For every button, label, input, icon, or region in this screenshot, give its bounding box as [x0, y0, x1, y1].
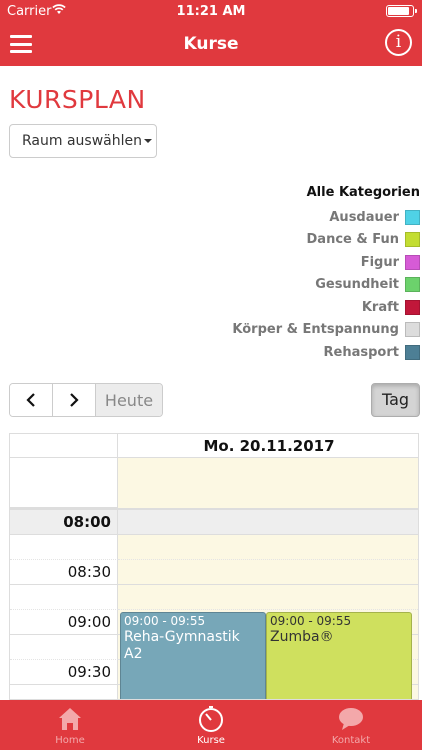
color-swatch	[405, 232, 420, 248]
legend-item-label: Figur	[360, 254, 399, 270]
tab-kurse[interactable]: Kurse	[141, 700, 281, 750]
time-label: 09:00	[10, 610, 118, 635]
nav-bar: Kurse i	[0, 22, 422, 66]
tab-kontakt[interactable]: Kontakt	[281, 700, 421, 750]
legend-heading[interactable]: Alle Kategorien	[232, 184, 420, 206]
legend-item-dance-fun[interactable]: Dance & Fun	[232, 229, 420, 252]
page-title: KURSPLAN	[9, 85, 146, 114]
event-time: 09:00 - 09:55	[270, 614, 352, 628]
legend-item-label: Rehasport	[323, 344, 399, 360]
all-day-cell[interactable]	[118, 458, 418, 508]
room-select-label: Raum auswählen	[22, 133, 142, 149]
time-label: 09:30	[10, 660, 118, 685]
legend-item-label: Dance & Fun	[306, 232, 399, 248]
stopwatch-icon	[199, 706, 223, 732]
tab-label: Kurse	[197, 735, 225, 746]
color-swatch	[405, 209, 420, 225]
color-swatch	[405, 254, 420, 270]
legend-item-label: Gesundheit	[315, 277, 399, 293]
time-label	[10, 535, 118, 560]
nav-title: Kurse	[183, 34, 239, 54]
legend-item-koerper-entspannung[interactable]: Körper & Entspannung	[232, 319, 420, 342]
event-title: Reha-Gymnastik A2	[124, 629, 240, 662]
battery-level	[388, 7, 409, 15]
room-select-dropdown[interactable]: Raum auswählen	[9, 124, 157, 158]
date-navigation: Heute	[9, 383, 163, 417]
time-label	[10, 635, 118, 660]
event-time: 09:00 - 09:55	[124, 614, 206, 628]
legend-item-rehasport[interactable]: Rehasport	[232, 341, 420, 364]
today-button[interactable]: Heute	[96, 384, 162, 416]
legend-item-label: Ausdauer	[329, 209, 399, 225]
color-swatch	[405, 299, 420, 315]
prev-day-button[interactable]	[10, 384, 53, 416]
time-slot	[10, 535, 418, 560]
all-day-row	[10, 458, 418, 508]
legend-item-kraft[interactable]: Kraft	[232, 296, 420, 319]
event-zumba[interactable]: 09:00 - 09:55 Zumba®	[266, 612, 412, 699]
home-icon	[59, 708, 81, 730]
color-swatch	[405, 277, 420, 293]
legend-item-gesundheit[interactable]: Gesundheit	[232, 274, 420, 297]
clock: 11:21 AM	[176, 4, 246, 19]
day-view-button[interactable]: Tag	[371, 383, 420, 417]
time-slot: 08:30	[10, 560, 418, 585]
tab-home[interactable]: Home	[0, 700, 140, 750]
time-label: 08:30	[10, 560, 118, 585]
day-header: Mo. 20.11.2017	[203, 437, 335, 455]
color-swatch	[405, 344, 420, 360]
time-label	[10, 685, 118, 699]
event-reha-gymnastik[interactable]: 09:00 - 09:55 Reha-Gymnastik A2	[120, 612, 266, 699]
status-bar: Carrier 11:21 AM	[0, 0, 422, 22]
tab-bar: Home Kurse Kontakt	[0, 700, 422, 750]
time-slot: 08:00	[10, 510, 418, 535]
legend-item-figur[interactable]: Figur	[232, 251, 420, 274]
slot-cell[interactable]	[118, 585, 418, 610]
legend-item-label: Körper & Entspannung	[232, 322, 399, 338]
event-title: Zumba®	[270, 629, 334, 645]
tab-label: Kontakt	[331, 735, 371, 746]
slot-cell[interactable]	[118, 510, 418, 535]
tab-label: Home	[55, 735, 85, 746]
day-calendar: Mo. 20.11.2017 08:00 08:30 09:00 09:30 0…	[9, 433, 419, 700]
category-legend: Alle Kategorien Ausdauer Dance & Fun Fig…	[232, 184, 420, 364]
battery-icon	[386, 5, 417, 17]
legend-item-ausdauer[interactable]: Ausdauer	[232, 206, 420, 229]
slot-cell[interactable]	[118, 535, 418, 560]
time-label	[10, 585, 118, 610]
caret-down-icon	[143, 139, 152, 143]
slot-cell[interactable]	[118, 560, 418, 585]
time-slot	[10, 585, 418, 610]
info-icon[interactable]: i	[385, 29, 412, 56]
time-label: 08:00	[10, 510, 118, 535]
chevron-right-icon	[70, 393, 79, 407]
next-day-button[interactable]	[53, 384, 96, 416]
legend-item-label: Kraft	[361, 299, 399, 315]
chat-bubble-icon	[339, 708, 363, 730]
chevron-left-icon	[26, 393, 35, 407]
color-swatch	[405, 322, 420, 338]
calendar-header: Mo. 20.11.2017	[10, 434, 418, 458]
